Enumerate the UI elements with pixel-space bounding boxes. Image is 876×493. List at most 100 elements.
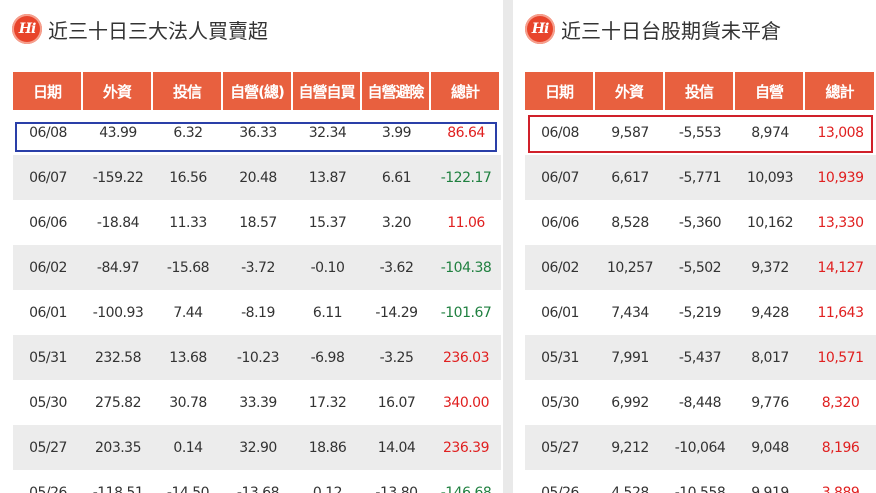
panel-header: Hi 近三十日台股期貨未平倉 <box>513 0 876 58</box>
cell-date: 05/26 <box>13 470 83 493</box>
panel-title: 近三十日台股期貨未平倉 <box>561 18 781 43</box>
table-row[interactable]: 06/01 -100.93 7.44 -8.19 6.11 -14.29 -101.67 <box>13 290 501 335</box>
table-row[interactable]: 05/30 6,992 -8,448 9,776 8,320 <box>525 380 876 425</box>
cell-foreign: 10,257 <box>595 245 665 290</box>
column-header: 自營(總) <box>223 72 293 110</box>
cell-date: 06/06 <box>13 200 83 245</box>
panel-title: 近三十日三大法人買賣超 <box>48 18 268 43</box>
table-row[interactable]: 06/06 8,528 -5,360 10,162 13,330 <box>525 200 876 245</box>
cell-dealer-self: 15.37 <box>293 200 362 245</box>
table-row[interactable]: 05/26 4,528 -10,558 9,919 3,889 <box>525 470 876 493</box>
cell-date: 06/06 <box>525 200 595 245</box>
cell-date: 06/07 <box>525 155 595 200</box>
cell-trust: -14.50 <box>153 470 223 493</box>
table-row[interactable]: 06/01 7,434 -5,219 9,428 11,643 <box>525 290 876 335</box>
cell-dealer-self: 32.34 <box>293 110 362 155</box>
cell-dealer-self: 13.87 <box>293 155 362 200</box>
cell-trust: -5,553 <box>665 110 735 155</box>
cell-dealer: 9,776 <box>735 380 805 425</box>
table-row[interactable]: 06/07 6,617 -5,771 10,093 10,939 <box>525 155 876 200</box>
table-row[interactable]: 06/06 -18.84 11.33 18.57 15.37 3.20 11.06 <box>13 200 501 245</box>
cell-dealer: 9,428 <box>735 290 805 335</box>
cell-total: -104.38 <box>431 245 501 290</box>
cell-total: 14,127 <box>805 245 876 290</box>
column-header: 外資 <box>83 72 153 110</box>
table-row[interactable]: 05/31 232.58 13.68 -10.23 -6.98 -3.25 236.03 <box>13 335 501 380</box>
column-header: 外資 <box>595 72 665 110</box>
table-row[interactable]: 06/02 10,257 -5,502 9,372 14,127 <box>525 245 876 290</box>
cell-dealer-hedge: -3.62 <box>362 245 431 290</box>
cell-foreign: 4,528 <box>595 470 665 493</box>
table-row[interactable]: 05/27 9,212 -10,064 9,048 8,196 <box>525 425 876 470</box>
cell-date: 06/02 <box>525 245 595 290</box>
cell-trust: 11.33 <box>153 200 223 245</box>
cell-date: 06/01 <box>525 290 595 335</box>
cell-foreign: 6,992 <box>595 380 665 425</box>
cell-dealer-hedge: 3.99 <box>362 110 431 155</box>
cell-dealer-self: 6.11 <box>293 290 362 335</box>
cell-dealer-hedge: 16.07 <box>362 380 431 425</box>
cell-total: 10,939 <box>805 155 876 200</box>
cell-trust: -5,502 <box>665 245 735 290</box>
cell-dealer-self: 18.86 <box>293 425 362 470</box>
cell-dealer: 9,919 <box>735 470 805 493</box>
table-row[interactable]: 06/08 9,587 -5,553 8,974 13,008 <box>525 110 876 155</box>
cell-foreign: -118.51 <box>83 470 153 493</box>
table-row[interactable]: 05/26 -118.51 -14.50 -13.68 0.12 -13.80 -146.6… <box>13 470 501 493</box>
cell-total: 340.00 <box>431 380 501 425</box>
cell-foreign: 6,617 <box>595 155 665 200</box>
cell-dealer-total: 33.39 <box>223 380 293 425</box>
cell-dealer-total: -3.72 <box>223 245 293 290</box>
cell-foreign: 275.82 <box>83 380 153 425</box>
cell-dealer-hedge: 3.20 <box>362 200 431 245</box>
cell-date: 06/02 <box>13 245 83 290</box>
column-header: 自營自買 <box>293 72 362 110</box>
column-header: 日期 <box>13 72 83 110</box>
cell-dealer-self: -0.10 <box>293 245 362 290</box>
cell-foreign: 8,528 <box>595 200 665 245</box>
institutional-trading-panel: Hi 近三十日三大法人買賣超 日期 外資 投信 自營(總) 自營自買 自營避險 總計 06/… <box>0 0 503 493</box>
cell-trust: -5,771 <box>665 155 735 200</box>
cell-total: 3,889 <box>805 470 876 493</box>
column-header: 自營 <box>735 72 805 110</box>
cell-foreign: -84.97 <box>83 245 153 290</box>
cell-dealer-hedge: 14.04 <box>362 425 431 470</box>
cell-foreign: 7,434 <box>595 290 665 335</box>
cell-total: 8,320 <box>805 380 876 425</box>
futures-open-interest-table: 日期 外資 投信 自營 總計 06/08 9,587 -5,553 8,974 13,008 06… <box>525 72 876 493</box>
column-header: 日期 <box>525 72 595 110</box>
cell-foreign: 9,212 <box>595 425 665 470</box>
cell-total: 11.06 <box>431 200 501 245</box>
cell-trust: 6.32 <box>153 110 223 155</box>
table-row[interactable]: 06/02 -84.97 -15.68 -3.72 -0.10 -3.62 -104.38 <box>13 245 501 290</box>
table-row[interactable]: 05/30 275.82 30.78 33.39 17.32 16.07 340.00 <box>13 380 501 425</box>
cell-date: 05/30 <box>13 380 83 425</box>
table-header-row: 日期 外資 投信 自營 總計 <box>525 72 876 110</box>
cell-dealer-total: -10.23 <box>223 335 293 380</box>
cell-total: 10,571 <box>805 335 876 380</box>
cell-trust: -5,360 <box>665 200 735 245</box>
cell-dealer-total: -13.68 <box>223 470 293 493</box>
cell-trust: -15.68 <box>153 245 223 290</box>
table-row[interactable]: 06/07 -159.22 16.56 20.48 13.87 6.61 -122.17 <box>13 155 501 200</box>
cell-total: 236.39 <box>431 425 501 470</box>
table-row[interactable]: 06/08 43.99 6.32 36.33 32.34 3.99 86.64 <box>13 110 501 155</box>
column-header: 總計 <box>431 72 501 110</box>
cell-trust: 7.44 <box>153 290 223 335</box>
cell-date: 05/27 <box>13 425 83 470</box>
cell-foreign: 9,587 <box>595 110 665 155</box>
cell-dealer-total: 36.33 <box>223 110 293 155</box>
cell-dealer-total: 20.48 <box>223 155 293 200</box>
cell-dealer: 8,017 <box>735 335 805 380</box>
column-header: 投信 <box>153 72 223 110</box>
cell-dealer-total: -8.19 <box>223 290 293 335</box>
cell-total: -146.68 <box>431 470 501 493</box>
panel-header: Hi 近三十日三大法人買賣超 <box>0 0 503 58</box>
cell-trust: -5,219 <box>665 290 735 335</box>
cell-date: 05/26 <box>525 470 595 493</box>
cell-dealer-hedge: -14.29 <box>362 290 431 335</box>
cell-date: 05/30 <box>525 380 595 425</box>
table-row[interactable]: 05/31 7,991 -5,437 8,017 10,571 <box>525 335 876 380</box>
table-row[interactable]: 05/27 203.35 0.14 32.90 18.86 14.04 236.39 <box>13 425 501 470</box>
cell-total: 11,643 <box>805 290 876 335</box>
